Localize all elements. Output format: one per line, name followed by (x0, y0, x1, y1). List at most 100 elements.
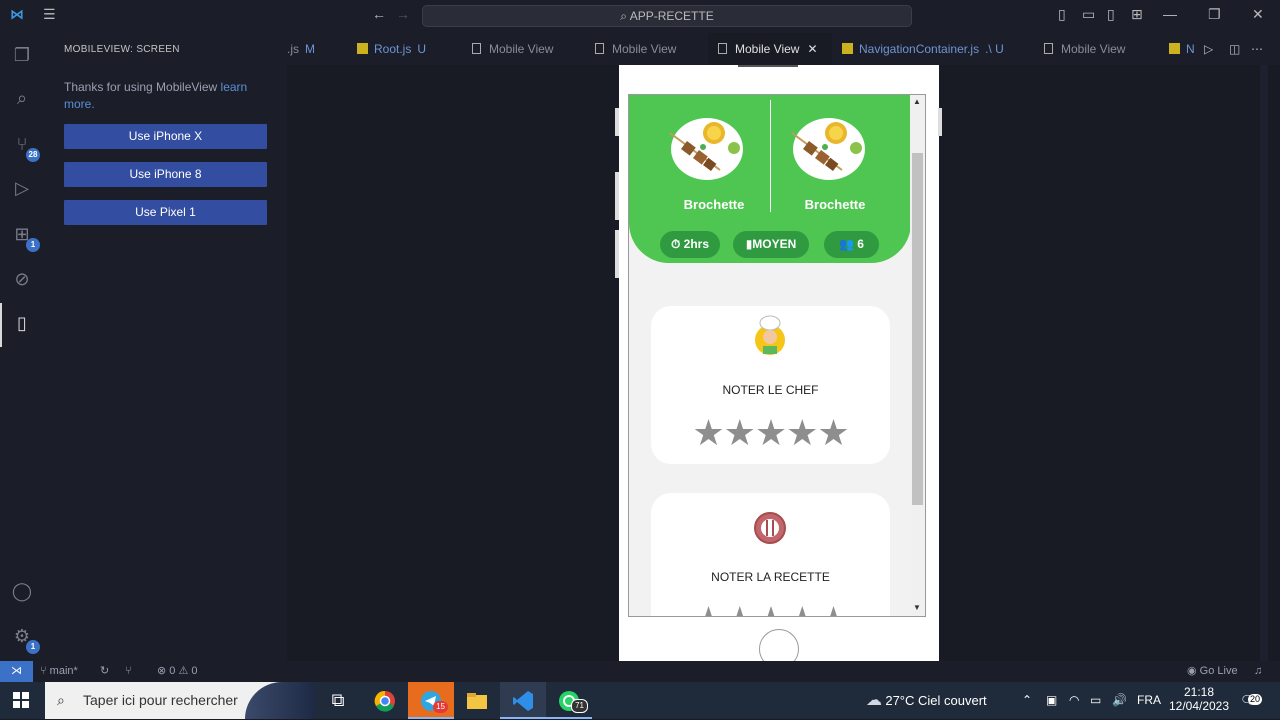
brochette-image (791, 118, 865, 180)
active-indicator (0, 303, 2, 347)
clock-date: 12/04/2023 (1168, 699, 1230, 713)
settings-gear-icon[interactable]: ⚙ 1 (10, 626, 40, 654)
golive-status[interactable]: ◉ Go Live (1187, 661, 1238, 682)
battery-icon[interactable]: ▭ (1090, 682, 1101, 719)
explorer-icon[interactable]: ❐ (10, 45, 34, 69)
windows-start-icon[interactable] (13, 692, 29, 708)
language-indicator[interactable]: FRA (1137, 682, 1161, 719)
people-icon: 👥 (839, 237, 854, 251)
js-file-icon (357, 43, 368, 54)
restore-icon[interactable]: ❐ (1208, 6, 1221, 23)
tab-label: .js (287, 42, 299, 56)
tab-js-file[interactable]: .js M (287, 33, 347, 65)
meet-now-icon[interactable]: ▣ (1046, 682, 1057, 719)
command-center[interactable]: ⌕ APP-RECETTE (422, 5, 912, 27)
tab-mobile-view-active[interactable]: Mobile View ✕ (708, 33, 832, 65)
scroll-up-icon[interactable]: ▲ (913, 97, 921, 106)
search-icon[interactable]: ⌕ (10, 88, 34, 112)
file-icon (718, 43, 727, 54)
editor-scrollbar[interactable] (1260, 65, 1268, 661)
taskbar-search-box[interactable]: ⌕ Taper ici pour rechercher (45, 682, 315, 719)
tab-mobile-view-1[interactable]: Mobile View (472, 33, 582, 65)
weather-text: 27°C Ciel couvert (885, 693, 987, 708)
scroll-down-icon[interactable]: ▼ (913, 603, 921, 612)
source-control-badge: 28 (26, 148, 40, 162)
screen-scrollbar[interactable]: ▲ ▼ (910, 95, 925, 616)
tab-navigation-container[interactable]: NavigationContainer.js .\ U (842, 33, 1017, 65)
chef-star-rating[interactable]: ★★★★★ (651, 412, 890, 454)
phone-button (938, 108, 942, 136)
command-center-label: APP-RECETTE (629, 9, 714, 23)
sidebar-message: Thanks for using MobileView learn more. (64, 79, 274, 113)
tab-label: Mobile View (735, 42, 800, 56)
whatsapp-icon[interactable]: 71 (546, 682, 592, 719)
extensions-icon[interactable]: ⊞ 1 (10, 224, 40, 252)
notification-bell-icon[interactable]: ♫ (1254, 661, 1262, 682)
minimize-icon[interactable]: — (1163, 6, 1177, 22)
tab-root-js[interactable]: Root.js U (357, 33, 467, 65)
rate-recipe-card: NOTER LA RECETTE ★★★★★ (651, 493, 890, 616)
settings-badge: 1 (26, 640, 40, 654)
more-actions-icon[interactable]: ⋯ (1251, 33, 1263, 65)
account-icon[interactable]: ◯ (10, 581, 34, 605)
wifi-icon[interactable]: ◠ (1069, 682, 1079, 719)
tab-overflow[interactable]: N (1169, 33, 1209, 65)
run-debug-icon[interactable]: ▷ (10, 178, 34, 202)
file-icon (595, 43, 604, 54)
search-icon: ⌕ (620, 9, 628, 23)
scroll-thumb[interactable] (912, 153, 923, 505)
chef-icon (755, 315, 785, 355)
source-control-icon[interactable]: ⑂ 28 (10, 134, 40, 162)
task-view-icon[interactable]: ⧉ (315, 682, 361, 719)
recipe-star-rating[interactable]: ★★★★★ (651, 599, 890, 616)
phone-button (615, 172, 619, 220)
file-explorer-icon[interactable] (454, 682, 500, 719)
recipe-header: Brochette Brochette ⏱ 2hrs ▮MOYEN 👥 6 (629, 95, 911, 263)
mobileview-icon[interactable]: ▯ (10, 313, 34, 337)
dish-name: Brochette (683, 197, 745, 212)
forward-icon[interactable]: → (396, 6, 410, 22)
vscode-taskbar-icon[interactable] (500, 682, 546, 719)
divider (770, 100, 771, 212)
extensions-badge: 1 (26, 238, 40, 252)
use-pixel-1-button[interactable]: Use Pixel 1 (64, 200, 267, 225)
volume-icon[interactable]: 🔊 (1112, 682, 1127, 719)
close-window-icon[interactable]: ✕ (1252, 6, 1264, 23)
weather-widget[interactable]: ☁ 27°C Ciel couvert (866, 682, 987, 719)
close-tab-icon[interactable]: ✕ (807, 42, 817, 56)
sync-icon[interactable]: ↻ (100, 661, 109, 682)
problems-status[interactable]: ⊗ 0 ⚠ 0 (157, 661, 197, 682)
customize-layout-icon[interactable]: ⊞ (1131, 6, 1143, 23)
toggle-sidebar-icon[interactable]: ▯ (1058, 6, 1066, 23)
git-graph-icon[interactable]: ⊘ (10, 269, 34, 293)
menu-icon[interactable]: ☰ (43, 6, 56, 23)
title-bar: ⋈ ☰ ← → ⌕ APP-RECETTE ▯ ▭ ▯ ⊞ — ❐ ✕ (0, 0, 1280, 33)
toggle-panel-icon[interactable]: ▭ (1082, 6, 1095, 23)
phone-speaker (738, 63, 798, 67)
clock-time: 21:18 (1183, 685, 1215, 699)
tab-mobile-view-3[interactable]: Mobile View (1044, 33, 1154, 65)
notifications-icon[interactable]: 🗨20 (1240, 682, 1263, 719)
difficulty-value: MOYEN (752, 237, 797, 251)
use-iphone-8-button[interactable]: Use iPhone 8 (64, 162, 267, 187)
split-editor-icon[interactable]: ◫ (1229, 33, 1240, 65)
git-graph-icon[interactable]: ⑂ (125, 661, 132, 682)
telegram-icon[interactable]: 15 (408, 682, 454, 719)
tab-status: U (417, 42, 427, 56)
toggle-secondary-sidebar-icon[interactable]: ▯ (1107, 6, 1115, 23)
taskbar: ⌕ Taper ici pour rechercher ⧉ 15 71 ☁ 27… (0, 682, 1280, 719)
tab-mobile-view-2[interactable]: Mobile View (595, 33, 705, 65)
branch-status[interactable]: ⑂ main* (40, 661, 78, 682)
js-file-icon (1169, 43, 1180, 54)
js-file-icon (842, 43, 853, 54)
tab-status: .\ U (985, 42, 1004, 56)
clock[interactable]: 21:18 12/04/2023 (1168, 682, 1230, 719)
use-iphone-x-button[interactable]: Use iPhone X (64, 124, 267, 149)
back-icon[interactable]: ← (372, 6, 386, 22)
remote-icon[interactable]: ⋊ (0, 661, 33, 682)
show-hidden-icons-icon[interactable]: ⌃ (1022, 682, 1032, 719)
timer-icon: ⏱ (670, 237, 681, 251)
tab-status: M (305, 42, 315, 56)
chrome-icon[interactable] (362, 682, 408, 719)
run-icon[interactable]: ▷ (1204, 33, 1213, 65)
